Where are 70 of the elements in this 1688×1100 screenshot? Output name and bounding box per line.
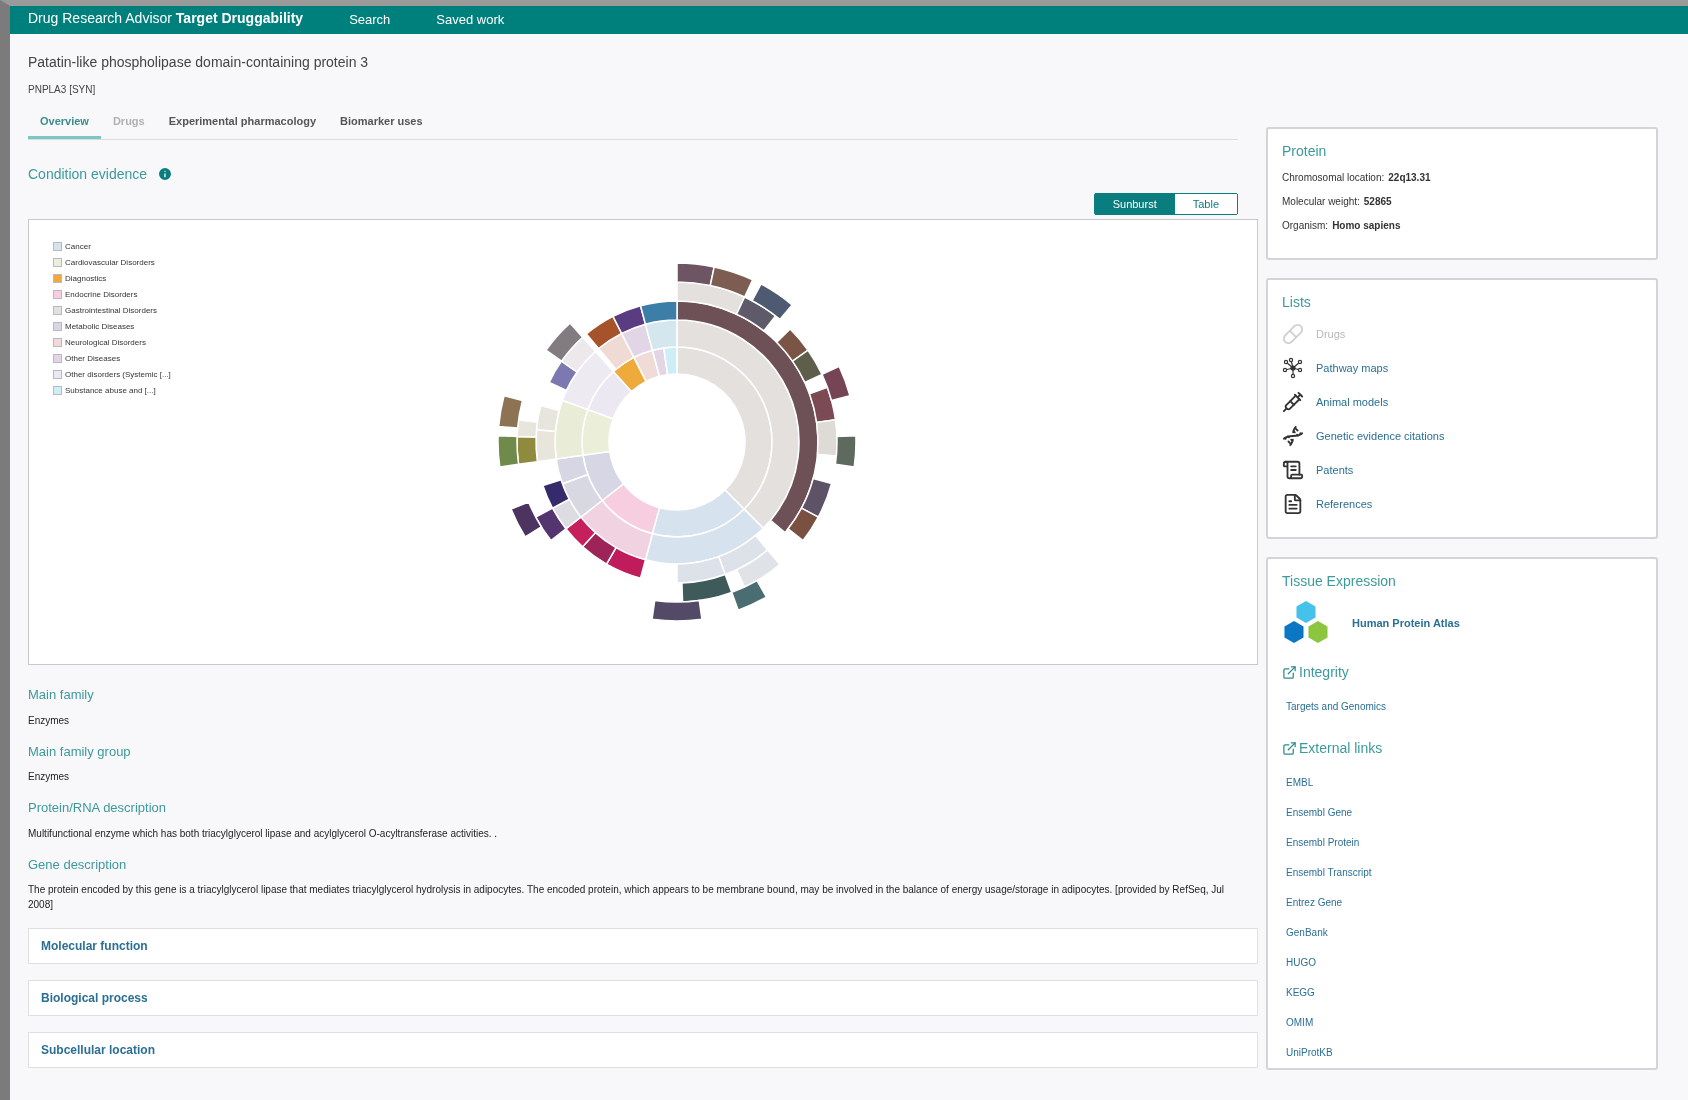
accordion-header[interactable]: Subcellular location xyxy=(28,1032,1258,1068)
card-title: Tissue Expression xyxy=(1282,572,1397,591)
syringe-icon xyxy=(1282,391,1304,413)
list-link[interactable]: References xyxy=(1316,495,1373,513)
section-text: Enzymes xyxy=(28,770,71,784)
document-icon xyxy=(1282,459,1304,481)
gene-symbol: PNPLA3 [SYN] xyxy=(28,83,97,97)
legend-label: Other Diseases xyxy=(65,353,121,365)
external-link[interactable]: Ensembl Protein xyxy=(1286,835,1642,850)
section-text: Multifunctional enzyme which has both triacylglycerol lipase and acylglycerol O-acyltransferase activities. . xyxy=(28,826,499,841)
field-label: Organism: xyxy=(1282,219,1329,233)
external-link[interactable]: OMIM xyxy=(1286,1015,1642,1030)
nav-link[interactable]: Saved work xyxy=(436,10,505,30)
accordion-header[interactable]: Biological process xyxy=(28,980,1258,1016)
document-icon xyxy=(1282,493,1304,515)
card-title: Integrity xyxy=(1299,663,1349,682)
tab[interactable]: Experimental pharmacology xyxy=(156,107,329,139)
section-text: Enzymes xyxy=(28,713,71,728)
legend-label: Gastrointestinal Disorders xyxy=(65,305,158,317)
list-link[interactable]: Pathway maps xyxy=(1316,359,1389,377)
field-value: 52865 xyxy=(1363,195,1392,209)
external-link[interactable]: HUGO xyxy=(1286,955,1642,970)
card-title: Lists xyxy=(1282,293,1312,312)
list-link[interactable]: Patents xyxy=(1316,461,1354,479)
network-icon xyxy=(1282,357,1304,379)
app-title: Drug Research Advisor Target Druggability xyxy=(28,8,304,28)
info-icon[interactable] xyxy=(157,166,174,182)
external-link-icon xyxy=(1282,665,1297,680)
external-link[interactable]: KEGG xyxy=(1286,985,1642,1000)
legend-label: Substance abuse and [...] xyxy=(65,385,156,397)
view-toggle[interactable]: Sunburst xyxy=(1094,193,1175,214)
card-title: External links xyxy=(1299,739,1383,758)
field-label: Molecular weight: xyxy=(1282,195,1360,209)
legend-label: Metabolic Diseases xyxy=(65,321,135,333)
section-title: Protein/RNA description xyxy=(28,799,167,817)
section-title: Condition evidence xyxy=(28,164,148,184)
external-link[interactable]: GenBank xyxy=(1286,925,1642,940)
legend-label: Endocrine Disorders xyxy=(65,289,138,301)
external-link[interactable]: UniProtKB xyxy=(1286,1045,1642,1060)
legend-label: Cancer xyxy=(65,241,91,253)
section-title: Main family xyxy=(28,686,95,704)
source-link[interactable]: Human Protein Atlas xyxy=(1352,614,1460,632)
external-link[interactable]: Entrez Gene xyxy=(1286,895,1642,910)
card-title: Protein xyxy=(1282,142,1328,161)
nav-link[interactable]: Search xyxy=(349,10,391,30)
legend-label: Cardiovascular Disorders xyxy=(65,257,155,269)
tab[interactable]: Biomarker uses xyxy=(328,107,435,139)
dna-icon xyxy=(1282,425,1304,447)
section-title: Gene description xyxy=(28,855,128,874)
list-link[interactable]: Genetic evidence citations xyxy=(1316,427,1445,445)
field-label: Chromosomal location: xyxy=(1282,171,1385,185)
legend-label: Other disorders (Systemic [...] xyxy=(65,369,171,381)
external-link[interactable]: EMBL xyxy=(1286,775,1642,790)
legend-label: Diagnostics xyxy=(65,273,107,285)
external-link[interactable]: Ensembl Transcript xyxy=(1286,865,1642,880)
pill-icon xyxy=(1282,323,1304,345)
accordion-header[interactable]: Molecular function xyxy=(28,928,1258,964)
list-link[interactable]: Animal models xyxy=(1316,393,1389,411)
hexagons-logo-icon xyxy=(1282,600,1330,646)
tab[interactable]: Overview xyxy=(28,107,101,139)
external-link[interactable]: Ensembl Gene xyxy=(1286,805,1642,820)
section-title: Main family group xyxy=(28,742,132,761)
field-value: 22q13.31 xyxy=(1388,171,1431,185)
section-text: The protein encoded by this gene is a triacylglycerol lipase that mediates triacylglycerol hydrolysis in adipocytes. The encoded protein, which appears to be membrane bound, may be involved in the balance of energy usage/storage in adipocytes. [provided by RefSeq, Jul 2008] xyxy=(28,883,1226,912)
view-toggle[interactable]: Table xyxy=(1174,193,1237,214)
protein-name: Patatin-like phospholipase domain-containing protein 3 xyxy=(28,53,370,72)
field-value: Homo sapiens xyxy=(1332,219,1401,233)
legend-label: Neurological Disorders xyxy=(65,337,146,349)
external-link[interactable]: Targets and Genomics xyxy=(1286,699,1642,714)
external-link-icon xyxy=(1282,741,1297,756)
